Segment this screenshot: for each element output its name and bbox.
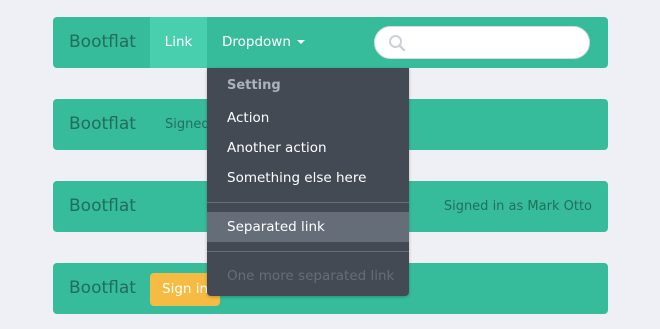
page: Bootflat Link Dropdown Bootflat Signed i… bbox=[0, 0, 660, 329]
navbar-brand[interactable]: Bootflat bbox=[69, 99, 136, 150]
navbar-brand[interactable]: Bootflat bbox=[69, 263, 136, 314]
dropdown-item-separated-link[interactable]: Separated link bbox=[207, 212, 409, 242]
search-icon bbox=[389, 35, 406, 52]
search-box[interactable] bbox=[374, 26, 590, 59]
dropdown-item-action[interactable]: Action bbox=[207, 103, 409, 133]
dropdown-item-another-action[interactable]: Another action bbox=[207, 133, 409, 163]
dropdown-item-something-else[interactable]: Something else here bbox=[207, 163, 409, 193]
navbar-brand[interactable]: Bootflat bbox=[69, 17, 136, 68]
dropdown-toggle-label: Dropdown bbox=[222, 34, 291, 50]
search-input[interactable] bbox=[409, 33, 578, 55]
dropdown-divider bbox=[207, 251, 409, 252]
dropdown-menu: Setting Action Another action Something … bbox=[207, 68, 409, 296]
dropdown-toggle[interactable]: Dropdown bbox=[222, 17, 305, 68]
navbar-brand[interactable]: Bootflat bbox=[69, 181, 136, 232]
dropdown-divider bbox=[207, 202, 409, 203]
navbar-1: Bootflat Link Dropdown bbox=[53, 17, 608, 68]
navbar-text-signed-in: Signed in as Mark Otto bbox=[443, 199, 592, 214]
caret-down-icon bbox=[296, 40, 305, 44]
nav-link-active[interactable]: Link bbox=[150, 17, 207, 68]
dropdown-header: Setting bbox=[227, 78, 281, 93]
dropdown-item-disabled: One more separated link bbox=[227, 268, 395, 284]
